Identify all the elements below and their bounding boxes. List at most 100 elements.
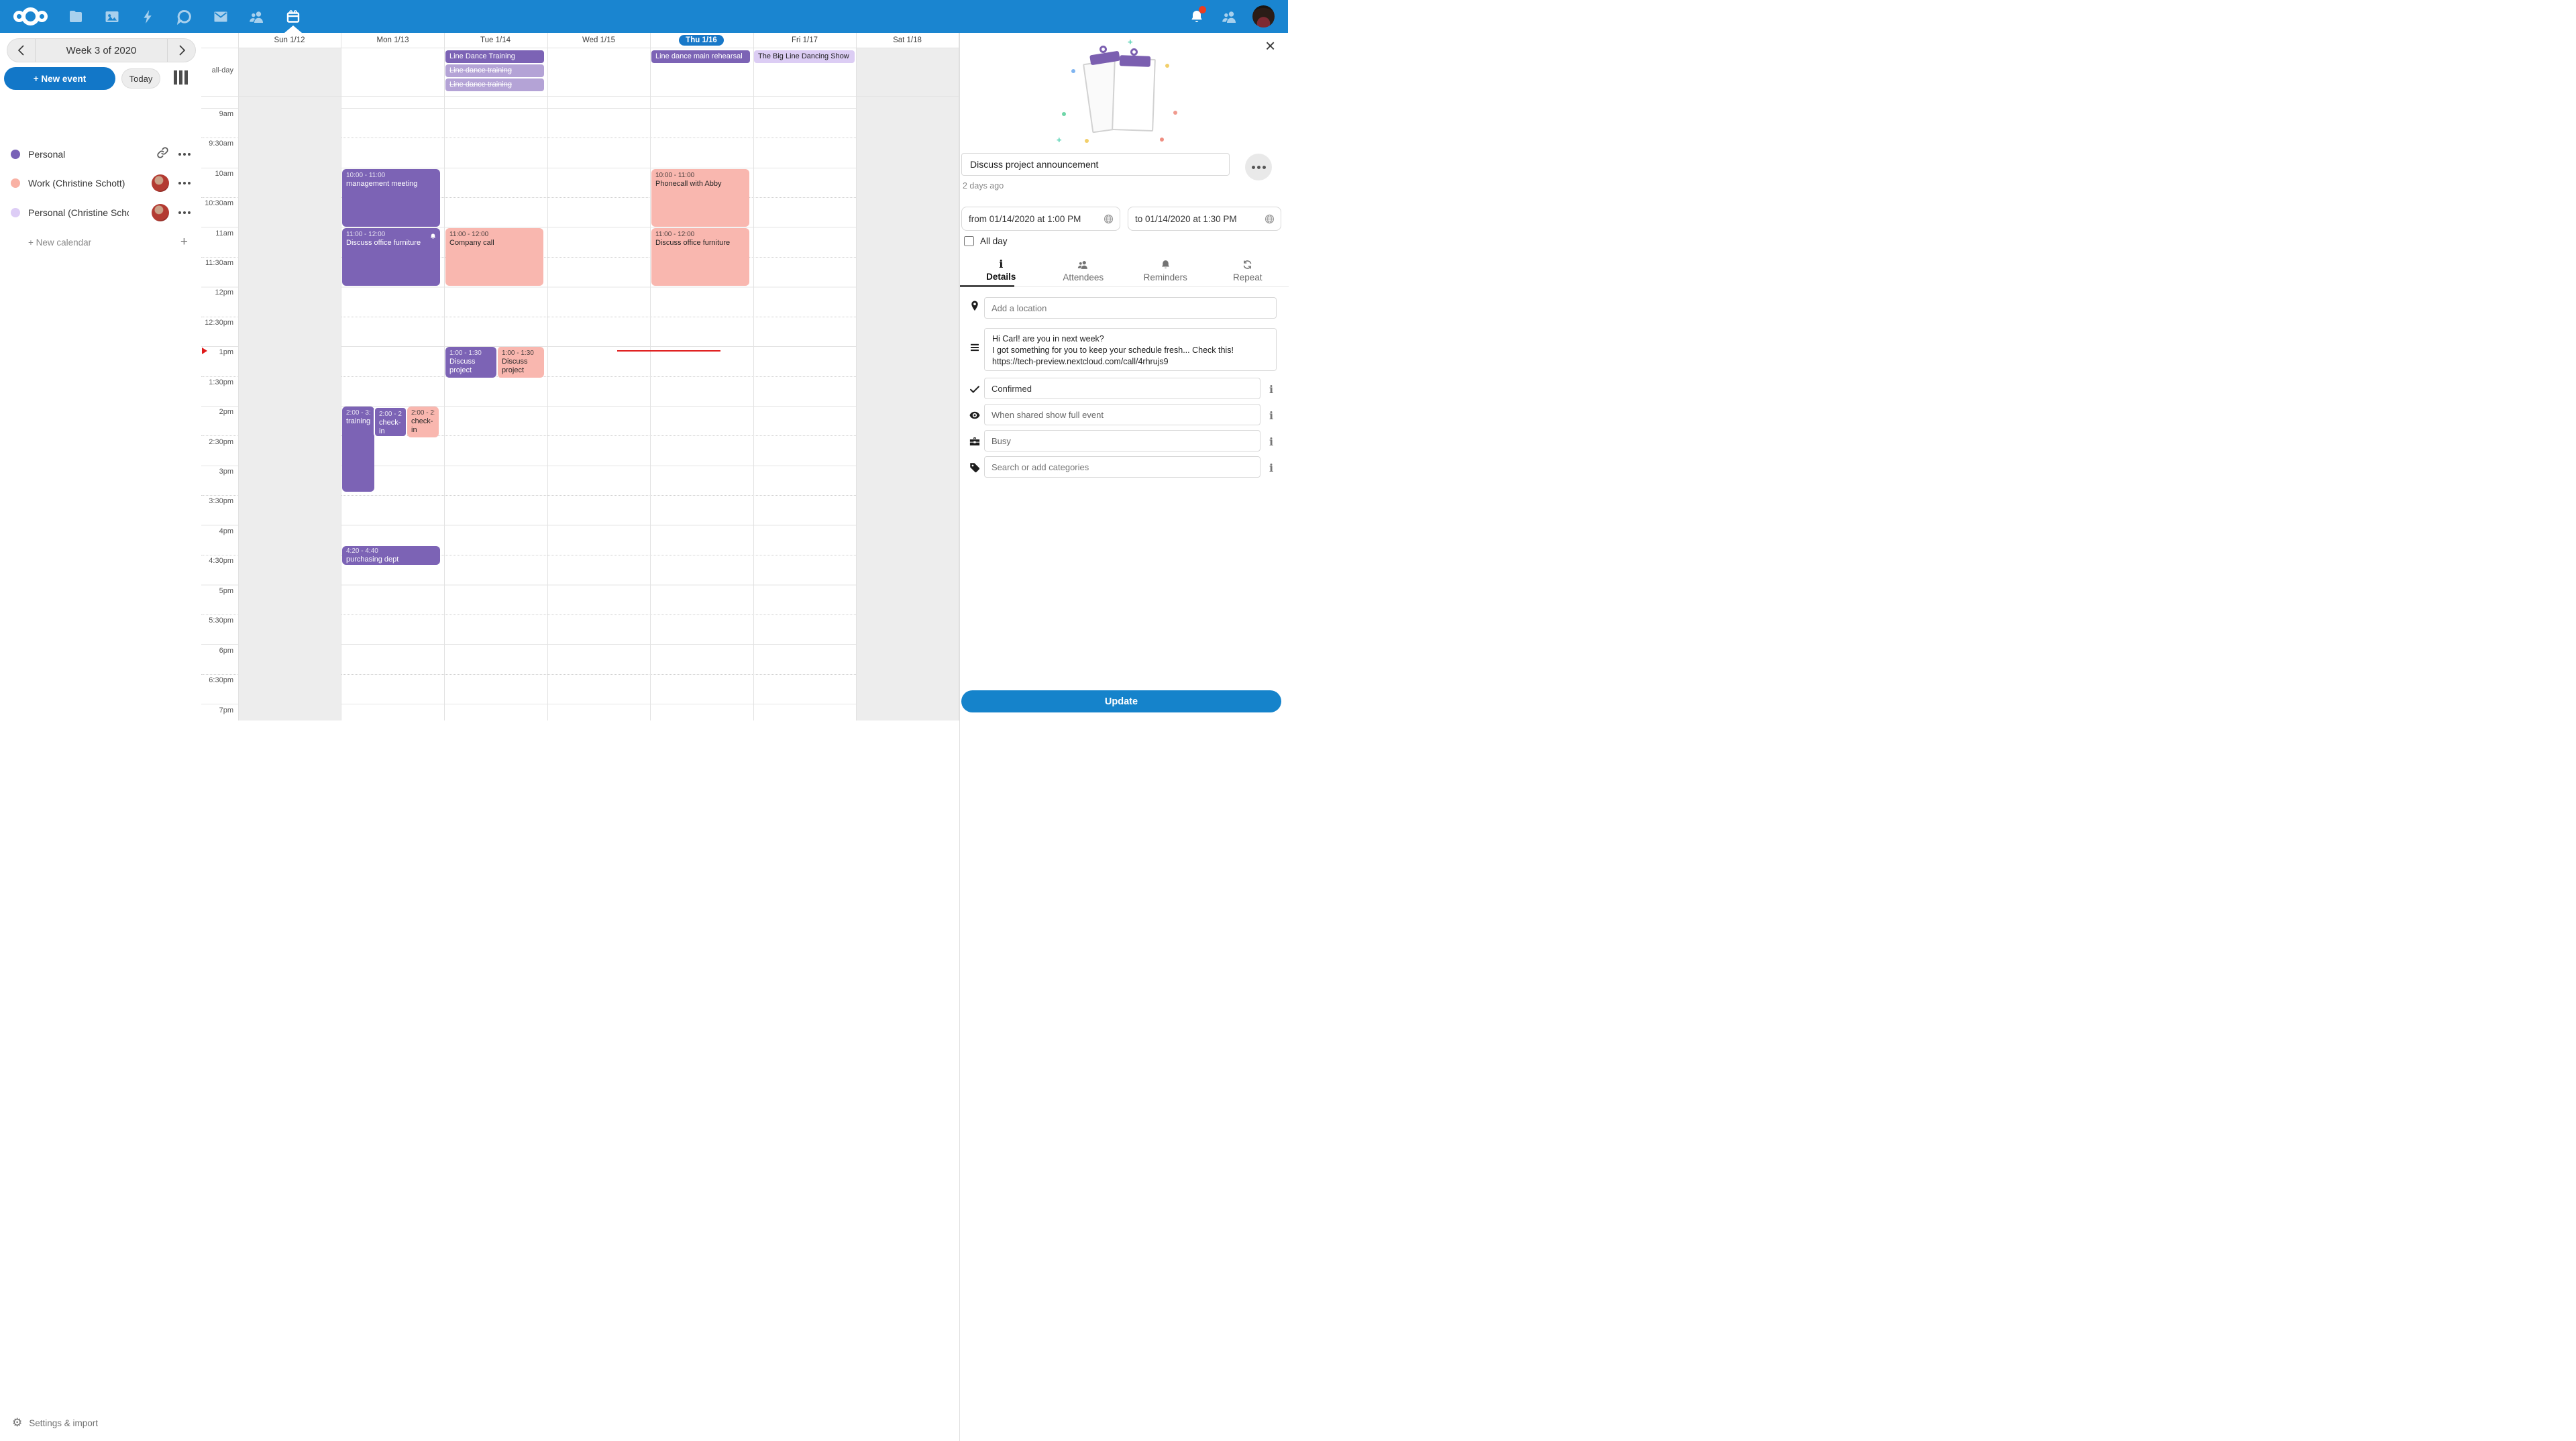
top-bar (0, 0, 1288, 33)
new-calendar-button[interactable]: + New calendar + (0, 231, 201, 253)
weekend-column-sat (857, 48, 959, 720)
event[interactable]: 11:00 - 12:00 Company call (445, 228, 543, 286)
event[interactable]: 2:00 - 2:30 check-in (407, 407, 439, 437)
calendar-icon[interactable] (285, 9, 301, 25)
event[interactable]: 11:00 - 12:00 Discuss office furniture (342, 228, 440, 286)
calendar-color-dot (11, 208, 20, 217)
week-navigation: Week 3 of 2020 (7, 38, 196, 62)
status-info-icon[interactable]: i (1266, 383, 1277, 396)
weekend-column-sun (239, 48, 341, 720)
allday-event[interactable]: The Big Line Dancing Show (754, 50, 855, 63)
day-header-tue: Tue 1/14 (444, 33, 547, 48)
calendar-name: Personal (28, 149, 65, 160)
event-start-field[interactable]: from 01/14/2020 at 1:00 PM (961, 207, 1120, 231)
nextcloud-logo[interactable] (13, 7, 48, 25)
event-title: Discuss office furniture (346, 239, 436, 248)
event-title: management meeting (346, 180, 436, 189)
allday-event[interactable]: Line dance main rehearsal (651, 50, 750, 63)
plus-icon: + (180, 235, 188, 250)
event-editor-panel: × + + 2 days ago from 01/14/2020 at 1:00… (959, 33, 1288, 1441)
activity-icon[interactable] (140, 9, 156, 25)
time-label: 9:30am (201, 140, 233, 148)
event[interactable]: 10:00 - 11:00 management meeting (342, 169, 440, 227)
photos-icon[interactable] (104, 9, 120, 25)
description-textarea[interactable]: Hi Carl! are you in next week? I got som… (984, 328, 1277, 371)
new-event-button[interactable]: + New event (4, 67, 115, 90)
categories-info-icon[interactable]: i (1266, 462, 1277, 474)
availability-info-icon[interactable]: i (1266, 435, 1277, 448)
mail-icon[interactable] (213, 9, 229, 25)
shared-by-avatar (152, 174, 169, 192)
allday-event[interactable]: Line Dance Training (445, 50, 544, 63)
time-label: 5:30pm (201, 617, 233, 625)
visibility-select[interactable]: When shared show full event (984, 404, 1260, 425)
calendar-name: Work (Christine Schott) (28, 178, 125, 189)
tab-details[interactable]: i Details (960, 254, 1042, 286)
event[interactable]: 1:00 - 1:30 Discuss project announcement (445, 347, 496, 378)
close-icon[interactable]: × (1265, 37, 1275, 54)
contacts-menu-icon[interactable] (1222, 9, 1238, 25)
event-illustration: + + (1061, 50, 1188, 151)
calendar-name: Personal (Christine Scho... (28, 207, 129, 218)
day-header-sun: Sun 1/12 (238, 33, 341, 48)
status-select[interactable]: Confirmed (984, 378, 1260, 399)
location-input[interactable] (984, 297, 1277, 319)
all-day-checkbox[interactable] (964, 236, 974, 246)
event-time: 2:00 - 2:30 (411, 409, 435, 417)
event-start-value: from 01/14/2020 at 1:00 PM (969, 214, 1081, 224)
current-time-line (617, 350, 720, 352)
all-day-label: All day (980, 236, 1008, 246)
share-link-icon[interactable] (156, 146, 169, 162)
allday-row-label: all-day (201, 66, 233, 74)
repeat-icon (1242, 259, 1253, 270)
calendar-item-work-christine[interactable]: Work (Christine Schott) (0, 172, 201, 195)
today-button[interactable]: Today (121, 68, 160, 89)
event-time: 10:00 - 11:00 (346, 172, 436, 179)
time-label: 6pm (201, 647, 233, 655)
details-info-icon: i (999, 259, 1003, 270)
event-title-input[interactable] (961, 153, 1230, 176)
tab-attendees[interactable]: Attendees (1042, 254, 1125, 286)
event-actions-menu-icon[interactable] (1245, 154, 1272, 180)
event[interactable]: 11:00 - 12:00 Discuss office furniture (651, 228, 749, 286)
files-icon[interactable] (68, 9, 84, 25)
visibility-info-icon[interactable]: i (1266, 409, 1277, 422)
active-app-indicator (284, 25, 302, 33)
new-calendar-label: + New calendar (28, 237, 91, 248)
talk-icon[interactable] (176, 9, 193, 25)
previous-week-button[interactable] (7, 39, 36, 62)
next-week-button[interactable] (167, 39, 195, 62)
event[interactable]: 2:00 - 2:30 check-in (374, 407, 407, 437)
timezone-globe-icon[interactable] (1264, 213, 1275, 225)
availability-briefcase-icon (969, 435, 981, 447)
allday-event-cancelled[interactable]: Line dance training (445, 64, 544, 77)
contacts-icon[interactable] (249, 9, 265, 25)
view-toggle-icon[interactable] (174, 70, 188, 85)
tab-reminders[interactable]: Reminders (1124, 254, 1207, 286)
calendar-menu-icon[interactable] (174, 153, 195, 156)
update-button[interactable]: Update (961, 690, 1281, 712)
categories-input[interactable] (984, 456, 1260, 478)
event-end-field[interactable]: to 01/14/2020 at 1:30 PM (1128, 207, 1281, 231)
visibility-eye-icon (969, 409, 981, 421)
settings-import-button[interactable]: ⚙ Settings & import (0, 1413, 201, 1433)
calendar-item-personal-christine[interactable]: Personal (Christine Scho... (0, 201, 201, 224)
user-avatar[interactable] (1252, 5, 1275, 28)
tab-repeat[interactable]: Repeat (1207, 254, 1289, 286)
timezone-globe-icon[interactable] (1103, 213, 1114, 225)
event-time: 11:00 - 12:00 (655, 231, 745, 238)
event[interactable]: 10:00 - 11:00 Phonecall with Abby (651, 169, 749, 227)
event[interactable]: 4:20 - 4:40 purchasing dept (342, 546, 440, 565)
event-title: training (346, 417, 370, 426)
calendar-item-personal[interactable]: Personal (0, 143, 201, 166)
allday-event-cancelled[interactable]: Line dance training (445, 78, 544, 91)
week-grid[interactable]: Sun 1/12 Mon 1/13 Tue 1/14 Wed 1/15 Thu … (201, 33, 959, 720)
event[interactable]: 1:00 - 1:30 Discuss project (496, 347, 544, 378)
calendar-menu-icon[interactable] (174, 211, 195, 214)
availability-select[interactable]: Busy (984, 430, 1260, 451)
event[interactable]: 2:00 - 3:30 training (342, 407, 374, 492)
calendar-menu-icon[interactable] (174, 182, 195, 184)
sidebar: Week 3 of 2020 + New event Today Persona… (0, 33, 201, 1441)
time-label: 12:30pm (201, 319, 233, 327)
time-label: 7pm (201, 706, 233, 714)
